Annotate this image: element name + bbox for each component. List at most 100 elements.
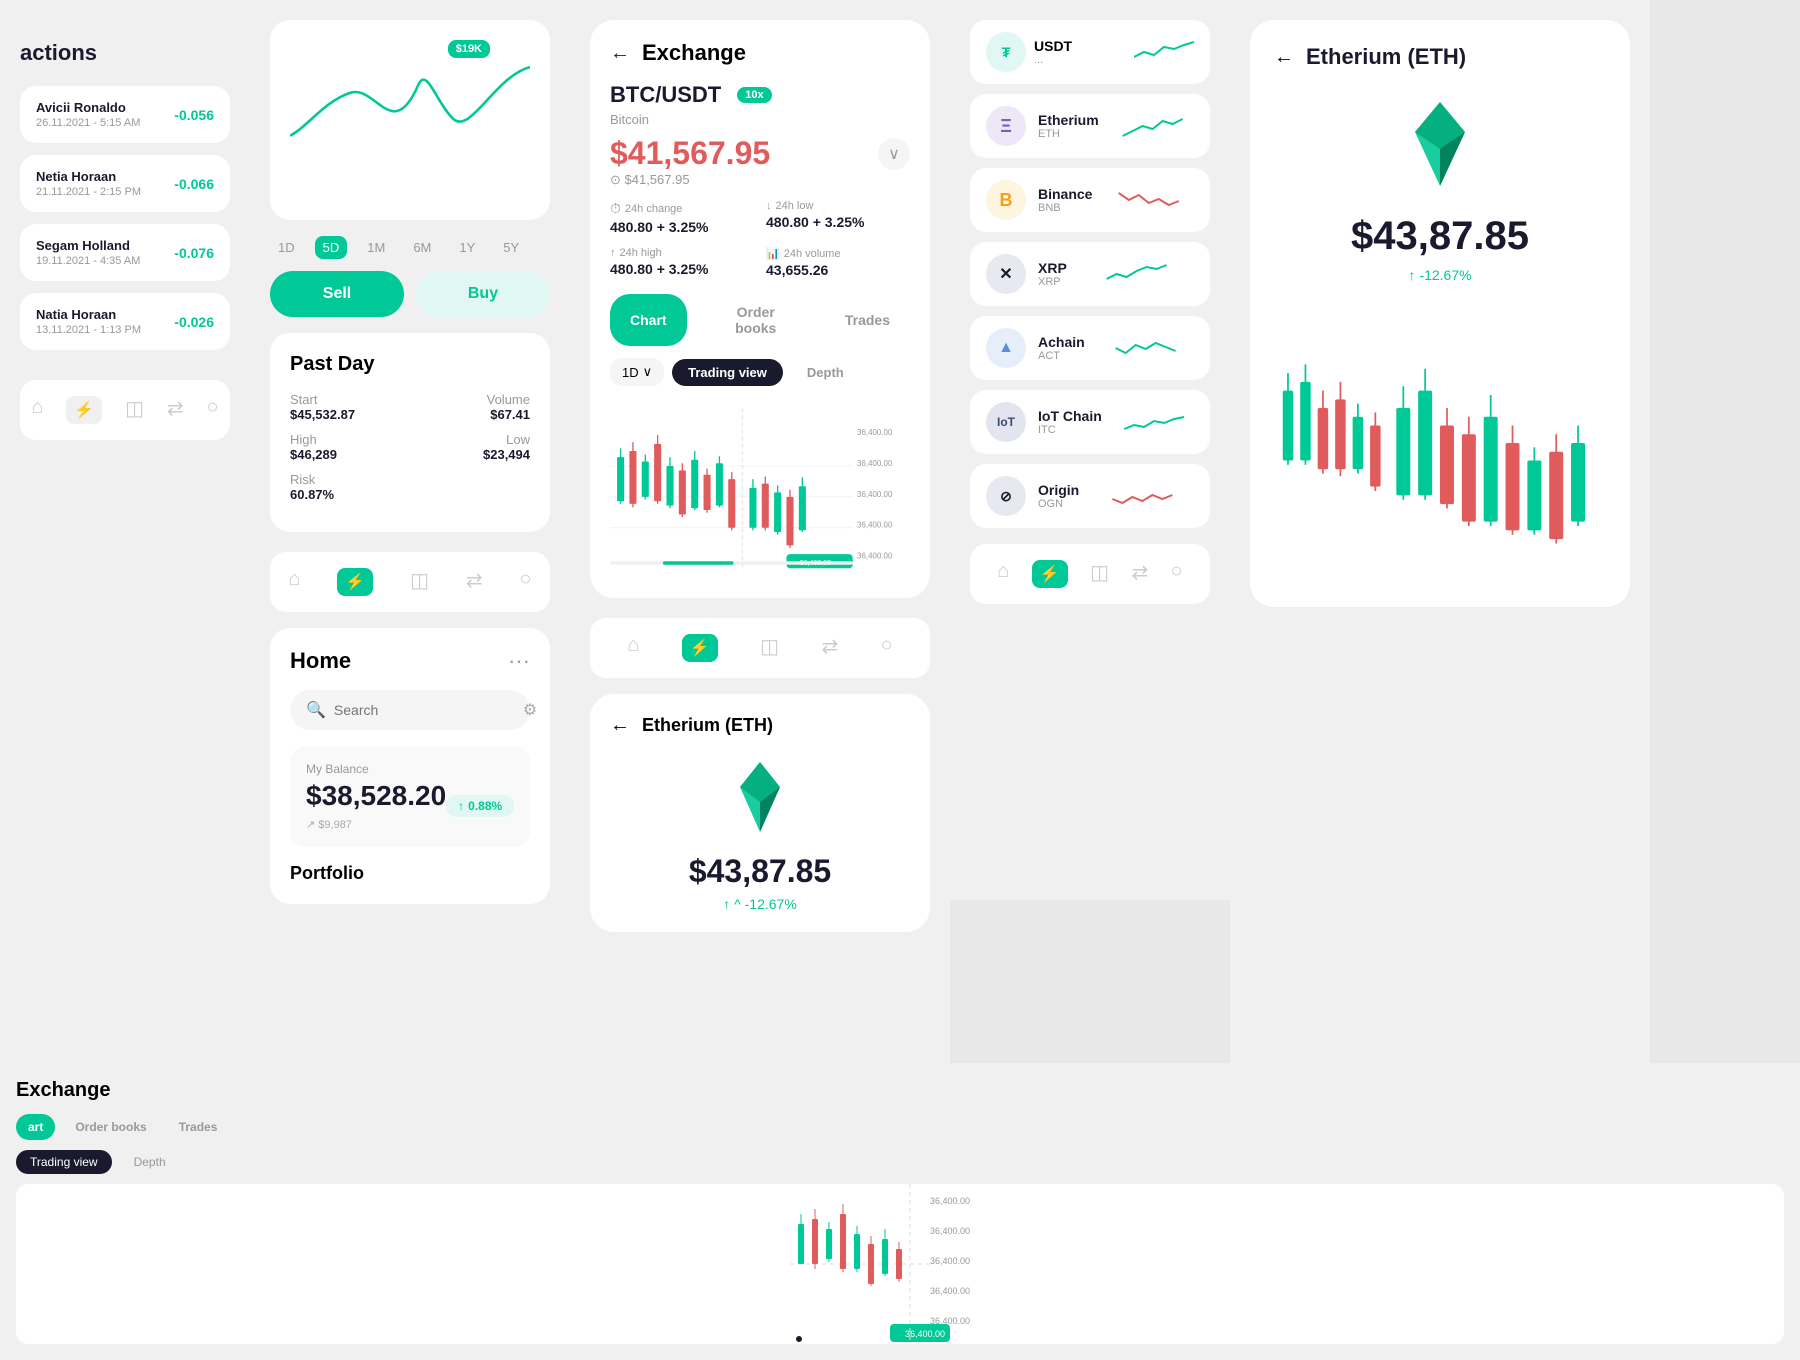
btc-price-sub: ⊙ $41,567.95 bbox=[610, 172, 910, 188]
nav-lightning-4[interactable]: ⚡ bbox=[1032, 560, 1068, 588]
nav-profile-2[interactable]: ○ bbox=[519, 568, 531, 596]
xrp-list-symbol: XRP bbox=[1038, 276, 1067, 288]
filter-1y[interactable]: 1Y bbox=[451, 236, 483, 259]
eth-list-item[interactable]: Ξ Etherium ETH bbox=[970, 94, 1210, 158]
search-bar[interactable]: 🔍 ⚙ bbox=[290, 690, 530, 730]
exchange-top-card: ← Exchange BTC/USDT 10x Bitcoin $41,567.… bbox=[590, 20, 930, 598]
xrp-sparkline bbox=[1079, 259, 1194, 289]
nav-lightning-icon[interactable]: ⚡ bbox=[66, 396, 102, 424]
nav-exchange-2[interactable]: ⇄ bbox=[466, 568, 483, 596]
eth-detail-back-btn[interactable]: ← bbox=[1274, 46, 1294, 69]
eth-sparkline bbox=[1111, 111, 1194, 141]
leverage-badge: 10x bbox=[737, 87, 771, 103]
main-chart-card: $19K bbox=[270, 20, 550, 220]
eth-list-icon: Ξ bbox=[986, 106, 1026, 146]
nav-home-2[interactable]: ⌂ bbox=[288, 568, 300, 596]
usdt-item[interactable]: ₮ USDT ... bbox=[970, 20, 1210, 84]
nav-home-icon[interactable]: ⌂ bbox=[31, 396, 43, 424]
nav-exchange-4[interactable]: ⇄ bbox=[1131, 560, 1148, 588]
bnb-list-symbol: BNB bbox=[1038, 202, 1092, 214]
start-label: Start bbox=[290, 392, 355, 407]
nav-profile-3[interactable]: ○ bbox=[881, 634, 893, 662]
nav-home-3[interactable]: ⌂ bbox=[627, 634, 639, 662]
bnb-list-item[interactable]: B Binance BNB bbox=[970, 168, 1210, 232]
act-list-symbol: ACT bbox=[1038, 350, 1085, 362]
transaction-name-2: Netia Horaan bbox=[36, 169, 141, 184]
btc-coin-name: Bitcoin bbox=[610, 112, 910, 127]
exchange-partial-title: Exchange bbox=[16, 1079, 1784, 1102]
transaction-item-2[interactable]: Netia Horaan 21.11.2021 - 2:15 PM -0.066 bbox=[20, 155, 230, 212]
eth-change-center: ↑ ^ -12.67% bbox=[610, 896, 910, 912]
trading-view-btn[interactable]: Trading view bbox=[672, 359, 783, 386]
dropdown-button[interactable]: ∨ bbox=[878, 138, 910, 170]
usdt-sparkline bbox=[1134, 37, 1194, 67]
filter-5y[interactable]: 5Y bbox=[495, 236, 527, 259]
nav-wallet-icon[interactable]: ◫ bbox=[125, 396, 144, 424]
exchange-back-button[interactable]: ← bbox=[610, 42, 630, 65]
balance-badge: ↑ 0.88% bbox=[446, 795, 514, 817]
usdt-symbol: ... bbox=[1034, 54, 1072, 66]
tab-orderbooks-partial[interactable]: Order books bbox=[63, 1114, 158, 1140]
buy-button[interactable]: Buy bbox=[416, 271, 550, 317]
tab-chart-partial[interactable]: art bbox=[16, 1114, 55, 1140]
home-menu-dots[interactable]: ··· bbox=[508, 648, 530, 674]
nav-profile-icon[interactable]: ○ bbox=[206, 396, 218, 424]
low-value: $23,494 bbox=[483, 447, 530, 462]
nav-wallet-2[interactable]: ◫ bbox=[410, 568, 429, 596]
depth-view-btn[interactable]: Depth bbox=[791, 359, 860, 386]
nav-lightning-3[interactable]: ⚡ bbox=[682, 634, 718, 662]
transaction-amount-2: -0.066 bbox=[174, 176, 214, 192]
nav-exchange-icon[interactable]: ⇄ bbox=[167, 396, 184, 424]
tab-trades-partial[interactable]: Trades bbox=[167, 1114, 230, 1140]
exchange-partial-bottom: Exchange art Order books Trades Trading … bbox=[0, 1063, 1800, 1360]
bottom-nav-left: ⌂ ⚡ ◫ ⇄ ○ bbox=[20, 380, 230, 440]
transaction-amount-4: -0.026 bbox=[174, 314, 214, 330]
period-selector[interactable]: 1D ∨ bbox=[610, 358, 664, 386]
risk-label: Risk bbox=[290, 472, 334, 487]
tab-orderbooks-btn[interactable]: Order books bbox=[695, 294, 817, 346]
view-bar: 1D ∨ Trading view Depth bbox=[610, 358, 910, 386]
view-depth-partial[interactable]: Depth bbox=[120, 1150, 180, 1174]
nav-wallet-3[interactable]: ◫ bbox=[760, 634, 779, 662]
bottom-nav-center-left: ⌂ ⚡ ◫ ⇄ ○ bbox=[270, 552, 550, 612]
volume-value: $67.41 bbox=[487, 407, 530, 422]
sell-button[interactable]: Sell bbox=[270, 271, 404, 317]
transaction-item-1[interactable]: Avicii Ronaldo 26.11.2021 - 5:15 AM -0.0… bbox=[20, 86, 230, 143]
transactions-panel: actions Avicii Ronaldo 26.11.2021 - 5:15… bbox=[0, 0, 250, 1360]
nav-exchange-3[interactable]: ⇄ bbox=[821, 634, 838, 662]
exchange-title: Exchange bbox=[642, 40, 746, 66]
xrp-list-item[interactable]: ✕ XRP XRP bbox=[970, 242, 1210, 306]
filter-icon[interactable]: ⚙ bbox=[523, 700, 537, 720]
low-label: Low bbox=[483, 432, 530, 447]
eth-back-btn[interactable]: ← bbox=[610, 714, 630, 737]
nav-profile-4[interactable]: ○ bbox=[1171, 560, 1183, 588]
eth-center-title: Etherium (ETH) bbox=[642, 715, 773, 736]
view-trading-partial[interactable]: Trading view bbox=[16, 1150, 112, 1174]
ogn-list-item[interactable]: ⊘ Origin OGN bbox=[970, 464, 1210, 528]
eth-price-center: $43,87.85 bbox=[610, 853, 910, 890]
xrp-list-name: XRP bbox=[1038, 260, 1067, 276]
act-list-item[interactable]: ▲ Achain ACT bbox=[970, 316, 1210, 380]
transaction-date-3: 19.11.2021 - 4:35 AM bbox=[36, 255, 140, 267]
transaction-item-4[interactable]: Natia Horaan 13.11.2021 - 1:13 PM -0.026 bbox=[20, 293, 230, 350]
transaction-date-2: 21.11.2021 - 2:15 PM bbox=[36, 186, 141, 198]
eth-detail-chart-svg bbox=[1274, 303, 1606, 583]
filter-1m[interactable]: 1M bbox=[359, 236, 393, 259]
bnb-list-name: Binance bbox=[1038, 186, 1092, 202]
filter-6m[interactable]: 6M bbox=[405, 236, 439, 259]
transaction-item-3[interactable]: Segam Holland 19.11.2021 - 4:35 AM -0.07… bbox=[20, 224, 230, 281]
nav-wallet-4[interactable]: ◫ bbox=[1090, 560, 1109, 588]
svg-text:36,400.00: 36,400.00 bbox=[857, 428, 893, 437]
svg-text:36,400.00: 36,400.00 bbox=[857, 521, 893, 530]
itc-list-item[interactable]: IoT IoT Chain ITC bbox=[970, 390, 1210, 454]
tab-trades-btn[interactable]: Trades bbox=[825, 294, 910, 346]
tab-chart-btn[interactable]: Chart bbox=[610, 294, 687, 346]
nav-lightning-2[interactable]: ⚡ bbox=[337, 568, 373, 596]
filter-1d[interactable]: 1D bbox=[270, 236, 303, 259]
filter-5d[interactable]: 5D bbox=[315, 236, 348, 259]
nav-home-4[interactable]: ⌂ bbox=[997, 560, 1009, 588]
search-input[interactable] bbox=[334, 702, 515, 718]
usdt-name: USDT bbox=[1034, 38, 1072, 54]
ogn-list-name: Origin bbox=[1038, 482, 1079, 498]
time-filter-bar: 1D 5D 1M 6M 1Y 5Y bbox=[270, 236, 550, 259]
